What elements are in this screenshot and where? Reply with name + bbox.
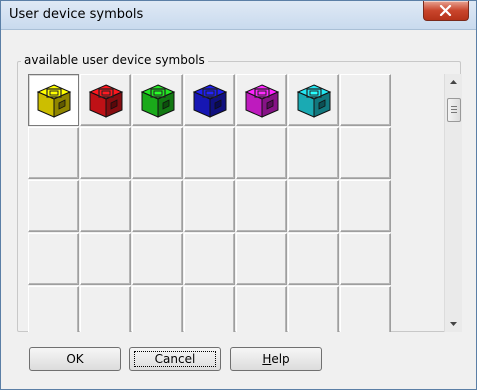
empty-symbol-cell[interactable] bbox=[132, 127, 183, 179]
red-device-symbol-icon bbox=[88, 84, 124, 118]
empty-symbol-cell[interactable] bbox=[80, 233, 131, 285]
empty-symbol-cell[interactable] bbox=[184, 233, 235, 285]
symbol-shape bbox=[49, 90, 59, 96]
empty-symbol-cell[interactable] bbox=[340, 180, 391, 232]
blue-device-symbol-icon bbox=[192, 84, 228, 118]
yellow-device-symbol-icon bbox=[36, 84, 72, 118]
symbol-shape bbox=[309, 90, 319, 96]
empty-symbol-cell[interactable] bbox=[340, 74, 391, 126]
empty-symbol-cell[interactable] bbox=[236, 286, 287, 332]
vertical-scrollbar[interactable] bbox=[444, 74, 462, 332]
close-icon bbox=[439, 5, 452, 16]
symbol-shape bbox=[101, 90, 111, 96]
symbol-shape bbox=[257, 90, 267, 96]
groupbox-label: available user device symbols bbox=[21, 53, 208, 67]
empty-symbol-cell[interactable] bbox=[132, 180, 183, 232]
empty-symbol-cell[interactable] bbox=[132, 286, 183, 332]
scroll-thumb[interactable] bbox=[447, 98, 461, 122]
ok-button-label: OK bbox=[66, 352, 84, 366]
symbol-grid bbox=[28, 74, 392, 332]
symbol-shape bbox=[205, 90, 215, 96]
arrow-up-icon bbox=[450, 80, 457, 84]
thumb-grip-line bbox=[451, 112, 457, 113]
symbol-cell[interactable] bbox=[28, 74, 79, 126]
symbol-shape bbox=[153, 90, 163, 96]
magenta-device-symbol-icon bbox=[244, 84, 280, 118]
symbol-cell[interactable] bbox=[184, 74, 235, 126]
help-label-rest: elp bbox=[271, 352, 290, 366]
thumb-grip-line bbox=[451, 109, 457, 110]
focus-ring bbox=[134, 351, 216, 367]
empty-symbol-cell[interactable] bbox=[288, 233, 339, 285]
cancel-button[interactable]: Cancel bbox=[129, 347, 221, 371]
thumb-grip-line bbox=[451, 106, 457, 107]
empty-symbol-cell[interactable] bbox=[340, 233, 391, 285]
empty-symbol-cell[interactable] bbox=[28, 127, 79, 179]
empty-symbol-cell[interactable] bbox=[184, 286, 235, 332]
symbol-cell[interactable] bbox=[80, 74, 131, 126]
empty-symbol-cell[interactable] bbox=[28, 233, 79, 285]
empty-symbol-cell[interactable] bbox=[236, 127, 287, 179]
close-button[interactable] bbox=[423, 1, 469, 21]
empty-symbol-cell[interactable] bbox=[184, 180, 235, 232]
empty-symbol-cell[interactable] bbox=[340, 127, 391, 179]
empty-symbol-cell[interactable] bbox=[28, 180, 79, 232]
empty-symbol-cell[interactable] bbox=[288, 127, 339, 179]
empty-symbol-cell[interactable] bbox=[288, 180, 339, 232]
scroll-down-button[interactable] bbox=[445, 315, 462, 332]
arrow-down-icon bbox=[450, 322, 457, 326]
empty-symbol-cell[interactable] bbox=[28, 286, 79, 332]
symbol-grid-viewport bbox=[28, 74, 392, 332]
help-button-label: Help bbox=[262, 348, 289, 370]
ok-button[interactable]: OK bbox=[29, 347, 121, 371]
symbol-cell[interactable] bbox=[236, 74, 287, 126]
symbol-cell[interactable] bbox=[288, 74, 339, 126]
help-button[interactable]: Help bbox=[230, 347, 322, 371]
empty-symbol-cell[interactable] bbox=[288, 286, 339, 332]
user-device-symbols-dialog: User device symbols available user devic… bbox=[0, 0, 477, 390]
empty-symbol-cell[interactable] bbox=[236, 233, 287, 285]
title-bar[interactable]: User device symbols bbox=[1, 1, 476, 30]
help-mnemonic: H bbox=[262, 352, 272, 366]
scroll-up-button[interactable] bbox=[445, 74, 462, 91]
cyan-device-symbol-icon bbox=[296, 84, 332, 118]
empty-symbol-cell[interactable] bbox=[184, 127, 235, 179]
empty-symbol-cell[interactable] bbox=[340, 286, 391, 332]
green-device-symbol-icon bbox=[140, 84, 176, 118]
window-title: User device symbols bbox=[9, 7, 144, 22]
empty-symbol-cell[interactable] bbox=[80, 180, 131, 232]
empty-symbol-cell[interactable] bbox=[132, 233, 183, 285]
empty-symbol-cell[interactable] bbox=[80, 286, 131, 332]
symbol-cell[interactable] bbox=[132, 74, 183, 126]
empty-symbol-cell[interactable] bbox=[80, 127, 131, 179]
empty-symbol-cell[interactable] bbox=[236, 180, 287, 232]
